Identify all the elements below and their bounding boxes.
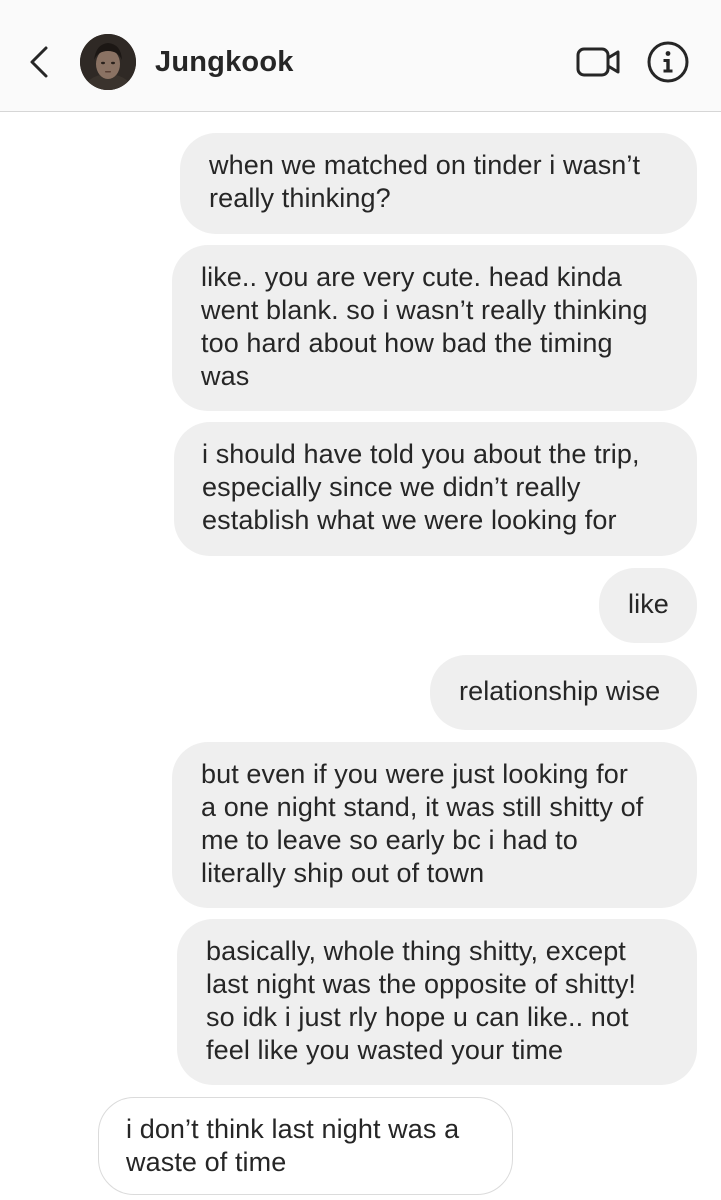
- message-bubble-outgoing[interactable]: like.. you are very cute. head kinda wen…: [172, 245, 697, 411]
- message-bubble-outgoing[interactable]: basically, whole thing shitty, except la…: [177, 919, 697, 1085]
- message-bubble-outgoing[interactable]: when we matched on tinder i wasn’t reall…: [180, 133, 697, 234]
- info-circle-icon[interactable]: [646, 40, 690, 84]
- message-bubble-outgoing[interactable]: but even if you were just looking for a …: [172, 742, 697, 908]
- contact-name[interactable]: Jungkook: [155, 44, 294, 80]
- message-bubble-incoming[interactable]: i don’t think last night was a waste of …: [98, 1097, 513, 1195]
- message-bubble-outgoing[interactable]: relationship wise: [430, 655, 697, 730]
- chat-header: Jungkook: [0, 0, 721, 112]
- chevron-left-icon[interactable]: [24, 42, 54, 82]
- avatar[interactable]: [80, 34, 136, 90]
- message-bubble-outgoing[interactable]: i should have told you about the trip, e…: [174, 422, 697, 556]
- message-bubble-outgoing[interactable]: like: [599, 568, 697, 643]
- video-camera-icon[interactable]: [576, 44, 622, 80]
